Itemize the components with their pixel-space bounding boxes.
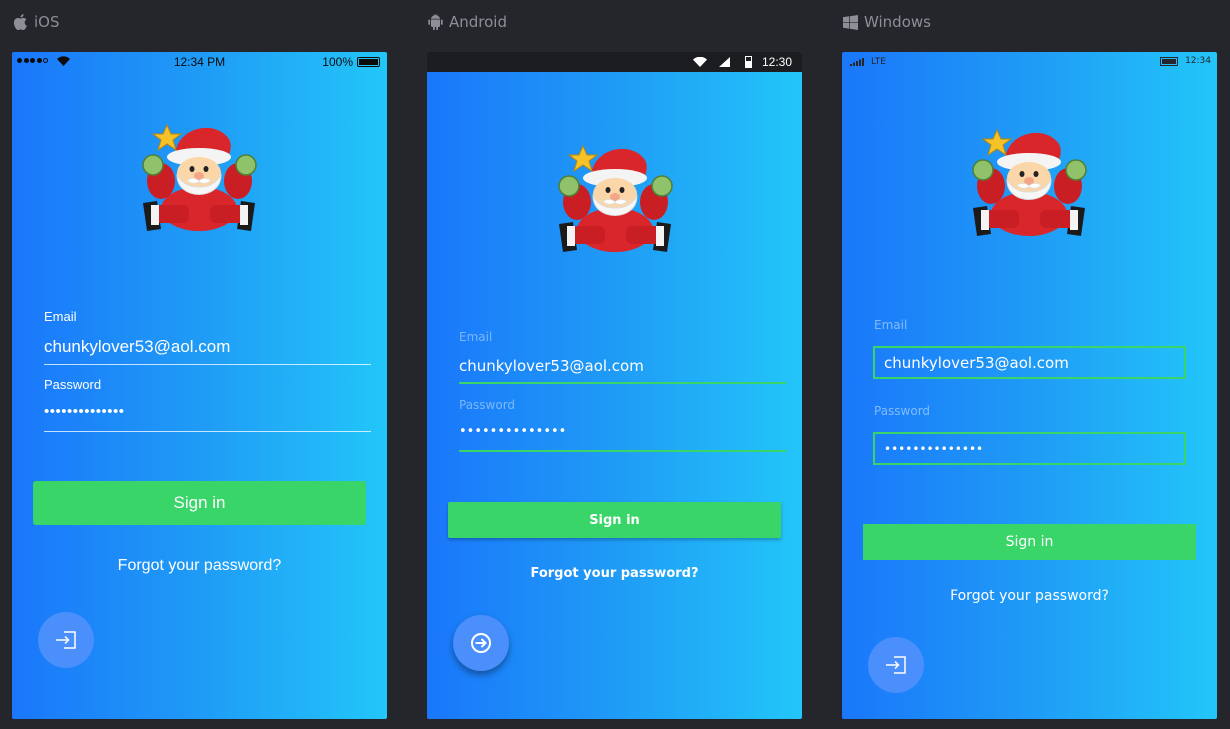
platform-name: iOS — [34, 13, 60, 31]
email-input[interactable]: chunkylover53@aol.com — [873, 346, 1186, 379]
android-status-bar: 12:30 — [427, 52, 802, 72]
password-label: Password — [459, 398, 516, 412]
password-label: Password — [874, 404, 931, 418]
santa-logo — [553, 138, 678, 263]
sign-in-fab[interactable] — [868, 637, 924, 693]
battery-percent: 100% — [322, 55, 353, 69]
platform-label-windows: Windows — [842, 12, 931, 32]
sign-in-button[interactable]: Sign in — [448, 502, 781, 538]
password-label: Password — [44, 377, 102, 392]
sign-in-button[interactable]: Sign in — [33, 481, 366, 525]
apple-icon — [12, 13, 28, 31]
android-icon — [427, 13, 443, 31]
sign-in-fab[interactable] — [38, 612, 94, 668]
ios-phone-screen: 12:34 PM 100% Email chunkylover53@aol.co… — [12, 52, 387, 719]
email-underline — [44, 364, 371, 365]
forgot-password-link[interactable]: Forgot your password? — [842, 588, 1217, 604]
windows-icon — [842, 13, 858, 31]
email-label: Email — [44, 309, 77, 324]
platform-label-android: Android — [427, 12, 507, 32]
platform-name: Android — [449, 13, 507, 31]
windows-status-bar: LTE 12:34 — [842, 52, 1217, 71]
android-phone-screen: 12:30 Email chunkylover53@aol.com Passwo… — [427, 52, 802, 719]
battery-icon — [357, 57, 380, 67]
cell-signal-icon — [850, 58, 864, 66]
sign-in-button[interactable]: Sign in — [863, 524, 1196, 560]
forgot-password-link[interactable]: Forgot your password? — [427, 566, 802, 581]
network-type: LTE — [871, 57, 886, 67]
platform-name: Windows — [864, 13, 931, 31]
circle-arrow-right-icon — [471, 633, 491, 653]
sign-in-icon — [886, 656, 906, 674]
status-time: 12:34 — [1185, 56, 1211, 66]
santa-logo — [967, 122, 1092, 247]
santa-logo — [137, 117, 262, 242]
cell-signal-icon — [719, 57, 730, 67]
sign-in-icon — [56, 631, 76, 649]
platform-label-ios: iOS — [12, 12, 60, 32]
status-time: 12:30 — [761, 55, 792, 69]
battery-icon — [1160, 57, 1178, 66]
sign-in-fab[interactable] — [453, 615, 509, 671]
battery-icon — [745, 56, 752, 68]
email-label: Email — [459, 330, 493, 344]
password-input[interactable]: •••••••••••••• — [44, 403, 125, 420]
password-input[interactable]: •••••••••••••• — [459, 424, 566, 439]
forgot-password-link[interactable]: Forgot your password? — [12, 557, 387, 575]
wifi-icon — [693, 57, 707, 67]
email-label: Email — [874, 318, 908, 332]
password-underline — [44, 431, 371, 432]
email-underline — [459, 382, 786, 384]
ios-status-bar: 12:34 PM 100% — [12, 52, 387, 71]
password-input[interactable]: •••••••••••••• — [873, 432, 1186, 465]
windows-phone-screen: LTE 12:34 Email chunkylover53@aol.com Pa… — [842, 52, 1217, 719]
password-underline — [459, 450, 786, 452]
email-input[interactable]: chunkylover53@aol.com — [44, 337, 230, 357]
email-input[interactable]: chunkylover53@aol.com — [459, 357, 644, 375]
